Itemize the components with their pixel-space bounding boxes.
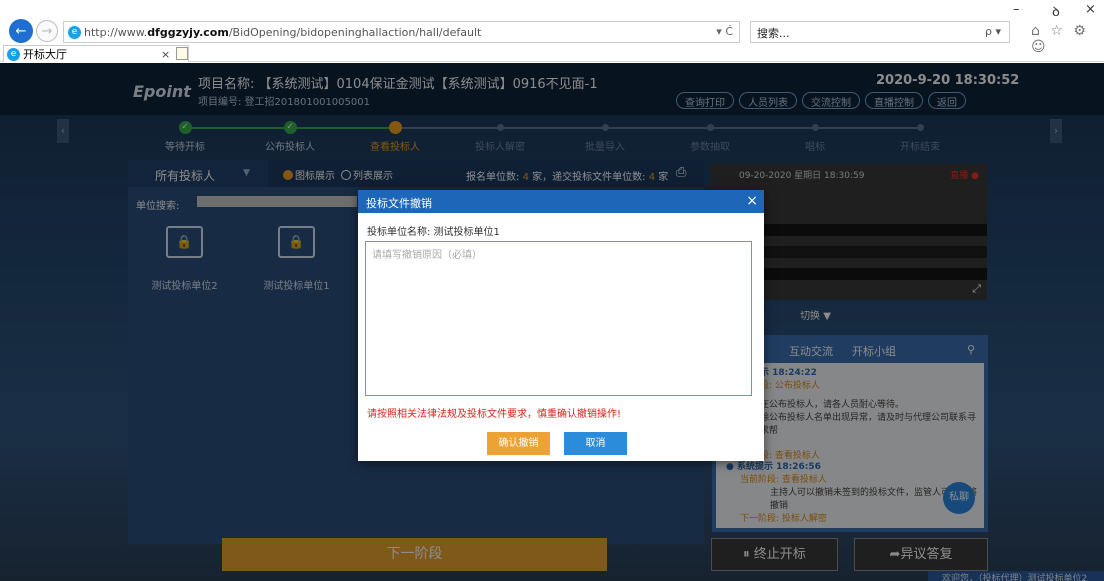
minimize-icon[interactable]: – [1013, 2, 1020, 17]
close-window-icon[interactable]: × [1085, 2, 1096, 17]
bidder-name-label: 投标单位名称: 测试投标单位1 [367, 227, 500, 238]
url-domain: dfggzyjy.com [147, 25, 229, 39]
new-tab-icon[interactable] [176, 47, 188, 60]
tab-title: 开标大厅 [23, 48, 67, 61]
confirm-revoke-button[interactable]: 确认撤销 [487, 432, 550, 455]
close-icon[interactable]: × [746, 193, 758, 209]
url-prefix: http://www. [84, 25, 148, 39]
search-icon[interactable]: ρ ▾ [985, 25, 1001, 38]
browser-chrome: ← → e http://www. dfggzyjy.com/BidOpening… [0, 0, 1104, 62]
browser-tab[interactable]: e 开标大厅 × [3, 45, 189, 62]
revoke-dialog: 投标文件撤销 × 投标单位名称: 测试投标单位1 请填写撤销原因（必填） 请按照… [358, 190, 764, 461]
maximize-icon[interactable]: ꝺ [1052, 2, 1060, 20]
address-bar[interactable]: e http://www. dfggzyjy.com/BidOpening/bid… [63, 21, 740, 43]
warning-text: 请按照相关法律法规及投标文件要求，慎重确认撤销操作! [367, 409, 622, 420]
search-text: 搜索... [757, 27, 790, 40]
revoke-reason-textarea[interactable]: 请填写撤销原因（必填） [365, 241, 752, 396]
ie-icon: e [68, 25, 81, 39]
forward-icon[interactable]: → [36, 20, 58, 42]
ie-tab-icon: e [7, 47, 20, 61]
toolbar-icons[interactable]: ⌂ ☆ ⚙ ☺ [1031, 23, 1104, 55]
tab-close-icon[interactable]: × [161, 48, 170, 61]
back-icon[interactable]: ← [9, 19, 33, 43]
url-path: /BidOpening/bidopeninghallaction/hall/de… [228, 25, 482, 39]
browser-search-input[interactable]: 搜索... ρ ▾ [750, 21, 1010, 43]
dialog-title: 投标文件撤销 [366, 197, 432, 210]
cancel-button[interactable]: 取消 [564, 432, 627, 455]
refresh-icon[interactable]: ▾ Ċ [716, 25, 733, 38]
